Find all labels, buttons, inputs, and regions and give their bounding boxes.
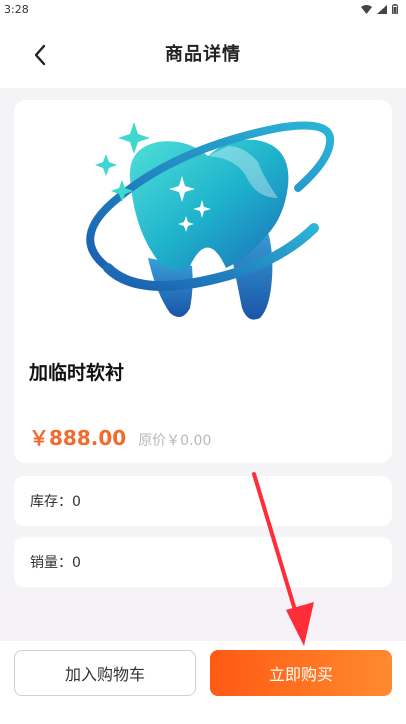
product-card: 加临时软衬 ￥888.00 原价￥0.00 [14, 100, 392, 463]
page-title: 商品详情 [165, 44, 241, 65]
product-price: ￥888.00 [29, 426, 127, 450]
sales-label: 销量：0 [30, 555, 81, 571]
status-time: 3:28 [4, 2, 29, 16]
battery-icon [392, 4, 398, 14]
product-name: 加临时软衬 [29, 362, 125, 384]
wifi-icon [361, 4, 372, 14]
buy-now-button[interactable]: 立即购买 [210, 650, 392, 696]
status-bar: 3:28 [0, 0, 406, 18]
stock-label: 库存：0 [30, 494, 81, 510]
bottom-action-bar: 加入购物车 立即购买 [0, 641, 406, 724]
signal-icon [377, 4, 387, 14]
tooth-logo-icon [86, 121, 335, 320]
price-row: ￥888.00 原价￥0.00 [29, 422, 211, 451]
sales-row: 销量：0 [14, 537, 392, 587]
add-to-cart-button[interactable]: 加入购物车 [14, 650, 196, 696]
original-price: 原价￥0.00 [138, 433, 212, 449]
status-icons [361, 4, 398, 14]
stock-row: 库存：0 [14, 476, 392, 526]
top-navigation-bar: 商品详情 [0, 18, 406, 88]
